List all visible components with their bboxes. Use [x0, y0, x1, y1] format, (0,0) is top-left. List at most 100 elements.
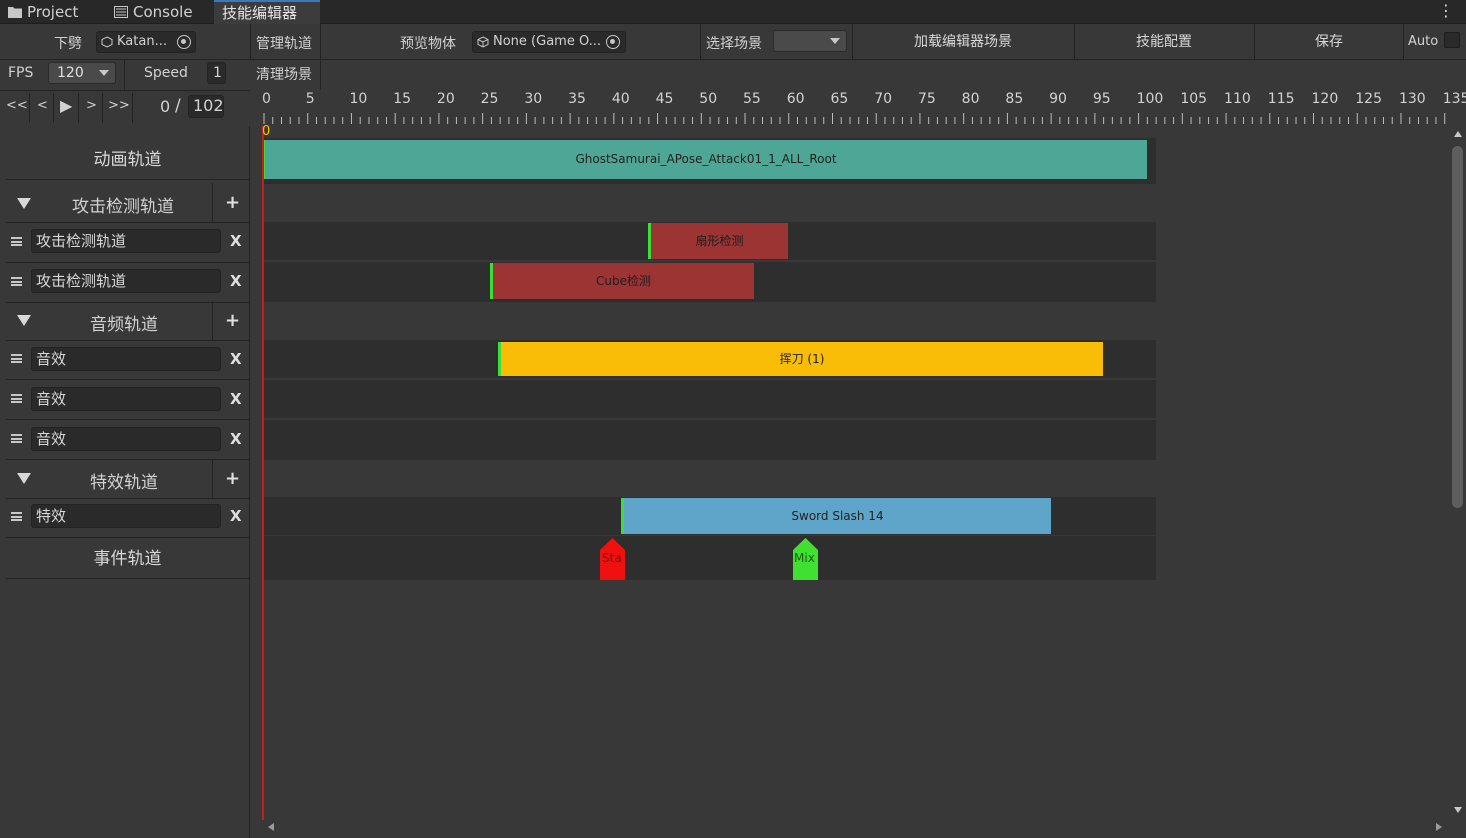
- audio-clip[interactable]: 挥刀 (1): [498, 342, 1103, 376]
- collapse-triangle-icon[interactable]: [17, 473, 31, 484]
- ruler-tick-label: 15: [393, 91, 412, 107]
- vertical-scrollbar-thumb[interactable]: [1452, 146, 1463, 508]
- first-frame-button[interactable]: <<: [6, 98, 28, 113]
- audio-track-name-input[interactable]: 音效: [31, 347, 221, 371]
- speed-label: Speed: [144, 65, 188, 81]
- event-marker-mix[interactable]: Mix: [793, 538, 818, 580]
- folder-icon: [8, 7, 22, 18]
- manage-tracks-button[interactable]: 管理轨道: [256, 33, 312, 53]
- event-track-header[interactable]: 事件轨道: [6, 539, 249, 579]
- ruler-tick-label: 85: [1005, 91, 1024, 107]
- total-frames-input[interactable]: 102: [188, 95, 224, 118]
- prev-frame-button[interactable]: <: [37, 98, 48, 113]
- ruler-tick-label: 90: [1049, 91, 1067, 107]
- add-effect-track-button[interactable]: +: [225, 468, 240, 489]
- character-object-value: Katan...: [117, 34, 167, 49]
- tab-bar: Project Console 技能编辑器 ⋮: [0, 0, 1466, 24]
- divider: [212, 183, 213, 222]
- load-editor-scene-button[interactable]: 加载编辑器场景: [853, 25, 1073, 59]
- scroll-up-arrow-icon[interactable]: [1454, 131, 1462, 137]
- ruler-tick-label: 115: [1267, 91, 1295, 107]
- animation-clip[interactable]: GhostSamurai_APose_Attack01_1_ALL_Root: [262, 140, 1147, 179]
- ruler-tick-label: 100: [1136, 91, 1164, 107]
- save-button[interactable]: 保存: [1255, 25, 1403, 59]
- skill-config-button[interactable]: 技能配置: [1075, 25, 1253, 59]
- chevron-down-icon: [830, 38, 840, 44]
- prefab-icon: [101, 36, 113, 48]
- fps-label: FPS: [8, 65, 34, 81]
- collapse-triangle-icon[interactable]: [17, 315, 31, 326]
- remove-track-button[interactable]: X: [230, 507, 242, 525]
- event-marker-start[interactable]: Sta: [600, 538, 625, 580]
- audio-track-name-input[interactable]: 音效: [31, 387, 221, 411]
- animation-track-header[interactable]: 动画轨道: [6, 140, 249, 180]
- tab-console[interactable]: Console: [106, 0, 214, 24]
- add-attack-track-button[interactable]: +: [225, 192, 240, 213]
- frame-separator: /: [175, 96, 181, 116]
- effect-clip[interactable]: Sword Slash 14: [621, 498, 1051, 534]
- cube-detect-clip[interactable]: Cube检测: [490, 263, 754, 299]
- timeline-ruler[interactable]: 0 5 10 15 20 25 30 35 40 45 50 55 60 65 70 75 80 85 90 95 10…: [262, 90, 1466, 126]
- remove-track-button[interactable]: X: [230, 232, 242, 250]
- remove-track-button[interactable]: X: [230, 272, 242, 290]
- remove-track-button[interactable]: X: [230, 390, 242, 408]
- ruler-tick-label: 50: [699, 91, 718, 107]
- object-picker-icon[interactable]: [177, 35, 191, 49]
- scroll-down-arrow-icon[interactable]: [1454, 807, 1462, 813]
- play-button[interactable]: ▶: [60, 96, 72, 115]
- drag-handle-icon[interactable]: [11, 354, 22, 363]
- scroll-left-arrow-icon[interactable]: [268, 823, 274, 831]
- current-frame-input[interactable]: 0: [160, 97, 170, 116]
- event-label: Sta: [602, 551, 622, 565]
- ruler-tick-label: 125: [1355, 91, 1382, 107]
- tab-project[interactable]: Project: [0, 0, 102, 24]
- playhead-line[interactable]: [262, 126, 264, 820]
- last-frame-button[interactable]: >>: [108, 98, 130, 113]
- attack-track-name-input[interactable]: 攻击检测轨道: [31, 229, 221, 253]
- drag-handle-icon[interactable]: [11, 512, 22, 521]
- divider: [124, 60, 125, 90]
- ruler-tick-label: 25: [480, 91, 499, 107]
- divider: [78, 93, 79, 123]
- auto-checkbox[interactable]: [1444, 32, 1460, 48]
- audio-track-name-input[interactable]: 音效: [31, 427, 221, 451]
- attack-track-name-input[interactable]: 攻击检测轨道: [31, 269, 221, 293]
- ruler-tick-label: 120: [1311, 91, 1339, 107]
- character-label: 下劈: [54, 36, 82, 52]
- divider: [29, 93, 30, 123]
- remove-track-button[interactable]: X: [230, 430, 242, 448]
- add-audio-track-button[interactable]: +: [225, 310, 240, 331]
- divider: [1403, 24, 1404, 60]
- remove-track-button[interactable]: X: [230, 350, 242, 368]
- drag-handle-icon[interactable]: [11, 277, 22, 286]
- scroll-right-arrow-icon[interactable]: [1436, 823, 1442, 831]
- drag-handle-icon[interactable]: [11, 237, 22, 246]
- attack-group-label: 攻击检测轨道: [72, 197, 174, 217]
- next-frame-button[interactable]: >: [86, 98, 97, 113]
- sector-detect-clip[interactable]: 扇形检测: [648, 223, 788, 259]
- ruler-tick-label: 95: [1092, 91, 1111, 107]
- effect-group-label: 特效轨道: [90, 473, 158, 493]
- horizontal-scrollbar[interactable]: [251, 820, 1452, 838]
- fps-dropdown[interactable]: 120: [48, 62, 116, 84]
- console-icon: [114, 6, 128, 18]
- drag-handle-icon[interactable]: [11, 434, 22, 443]
- divider: [132, 93, 133, 123]
- ruler-tick-label: 75: [917, 91, 936, 107]
- drag-handle-icon[interactable]: [11, 394, 22, 403]
- ruler-tick-label: 20: [436, 91, 455, 107]
- effect-track-name-input[interactable]: 特效: [31, 504, 221, 528]
- tab-label: 技能编辑器: [222, 4, 298, 22]
- object-picker-icon[interactable]: [606, 35, 620, 49]
- ruler-tick-label: 135: [1442, 91, 1466, 107]
- more-options-icon[interactable]: ⋮: [1438, 2, 1454, 20]
- clear-scene-button[interactable]: 清理场景: [256, 64, 312, 84]
- divider: [320, 60, 321, 90]
- collapse-triangle-icon[interactable]: [17, 198, 31, 209]
- speed-input[interactable]: 1: [207, 62, 226, 84]
- preview-object-field[interactable]: None (Game O...: [472, 31, 626, 53]
- select-scene-dropdown[interactable]: [773, 30, 847, 52]
- preview-object-label: 预览物体: [400, 36, 456, 52]
- tab-skill-editor[interactable]: 技能编辑器: [214, 0, 320, 24]
- divider: [102, 93, 103, 123]
